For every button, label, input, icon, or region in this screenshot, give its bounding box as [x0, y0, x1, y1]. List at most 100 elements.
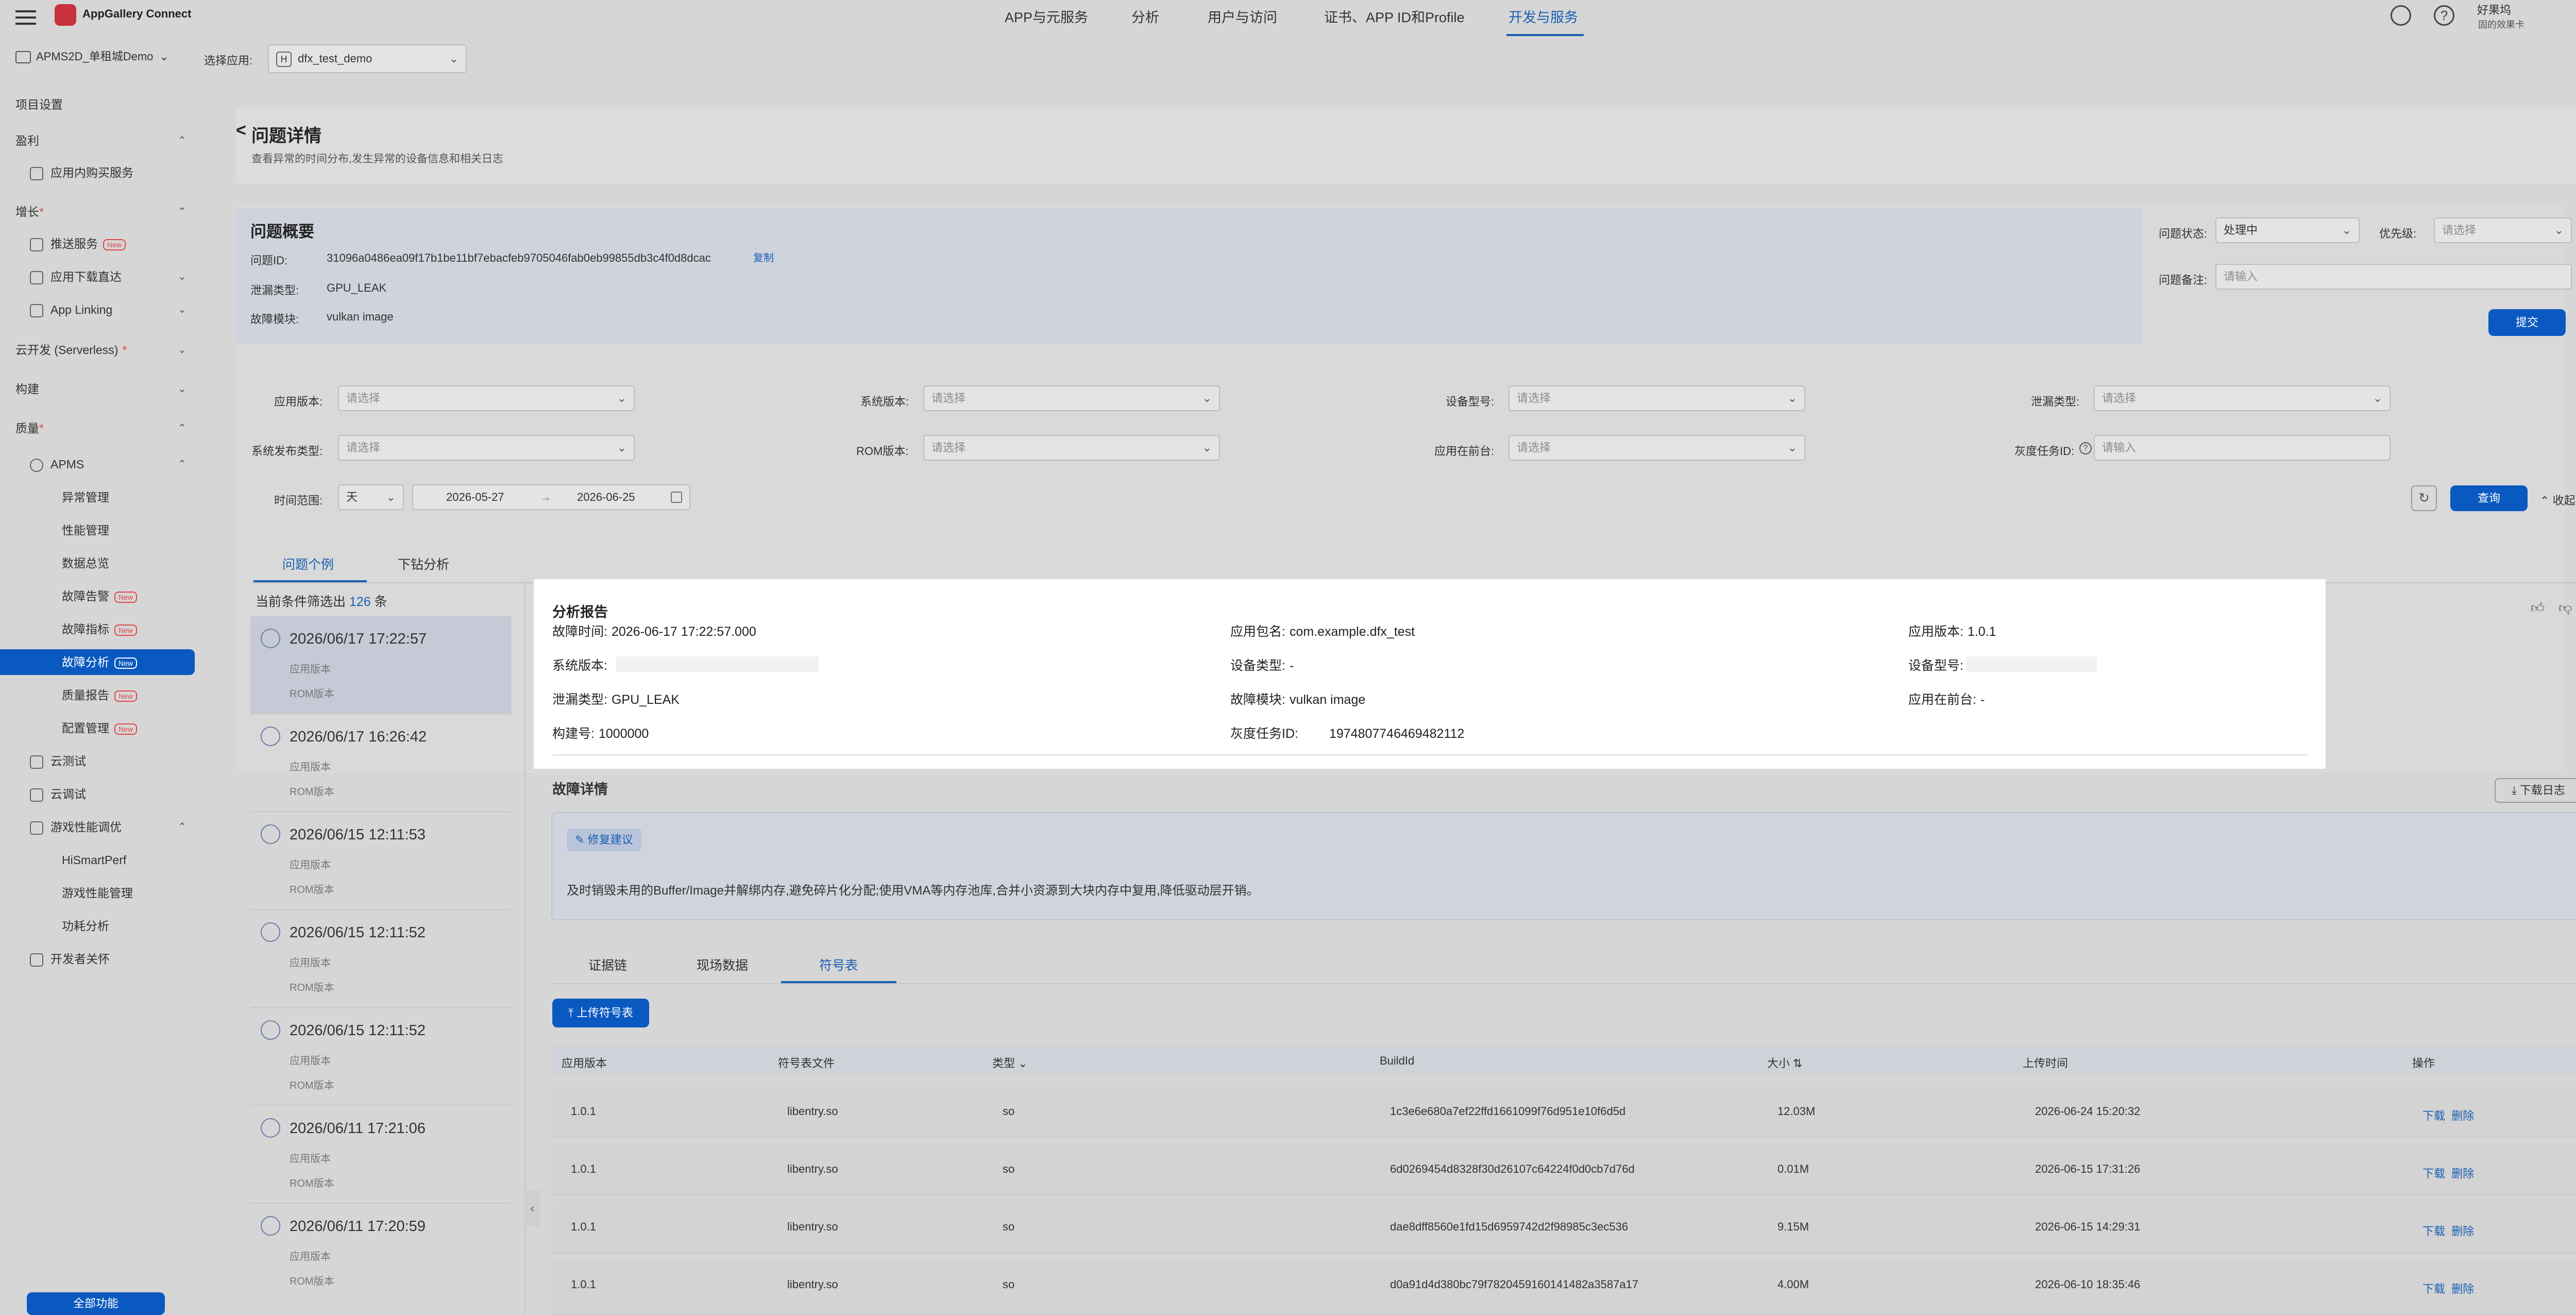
list-item[interactable]: 2026/06/15 12:11:52 应用版本 ROM版本: [250, 910, 511, 1008]
list-item[interactable]: 2026/06/17 16:26:42 应用版本 ROM版本: [250, 714, 511, 812]
sidebar-item-quality-report[interactable]: 质量报告 New: [0, 682, 206, 708]
sidebar-item-power[interactable]: 功耗分析: [0, 913, 206, 939]
sidebar-item-cloud-test[interactable]: 云测试: [0, 748, 206, 774]
delete-link[interactable]: 删除: [2451, 1167, 2474, 1180]
tab-cases[interactable]: 问题个例: [282, 554, 334, 573]
sidebar-item-fault-alert[interactable]: 故障告警 New: [0, 583, 206, 609]
sidebar-item-config[interactable]: 配置管理 New: [0, 715, 206, 741]
sidebar-item-overview[interactable]: 数据总览: [0, 550, 206, 576]
download-link[interactable]: 下载: [2422, 1167, 2445, 1180]
sidebar-item-iap[interactable]: 应用内购买服务: [0, 160, 206, 186]
col-size[interactable]: 大小 ⇅: [1767, 1054, 1803, 1071]
sidebar-item-push[interactable]: 推送服务 New: [0, 231, 206, 257]
back-icon[interactable]: <: [236, 121, 246, 141]
sidebar-group-quality[interactable]: 质量* ⌃: [0, 415, 206, 441]
priority-select[interactable]: 请选择 ⌄: [2434, 217, 2572, 243]
sidebar-item-exceptions[interactable]: 异常管理: [0, 484, 206, 510]
download-link[interactable]: 下载: [2422, 1225, 2445, 1238]
table-row: 1.0.1 libentry.so so dae8dff8560e1fd15d6…: [552, 1202, 2576, 1253]
user-name[interactable]: 好果坞: [2477, 1, 2511, 18]
chevron-down-icon: ⌄: [159, 50, 169, 63]
filter-sys-version[interactable]: 请选择 ⌄: [923, 385, 1220, 411]
date-from[interactable]: 2026-05-27: [446, 485, 504, 509]
date-to[interactable]: 2026-06-25: [577, 485, 635, 509]
nav-item-users[interactable]: 用户与访问: [1208, 6, 1277, 26]
subtab-evidence[interactable]: 证据链: [588, 955, 627, 974]
delete-link[interactable]: 删除: [2451, 1109, 2474, 1122]
collapse-toggle[interactable]: ⌃ 收起: [2540, 492, 2575, 508]
all-functions-button[interactable]: 全部功能: [27, 1292, 165, 1315]
sidebar-item-apms[interactable]: APMS ⌃: [0, 451, 206, 477]
filter-leak-type-label: 泄漏类型:: [2031, 395, 2080, 408]
sidebar-group-growth[interactable]: 增长* ⌃: [0, 199, 206, 225]
sidebar-item-game-perf-mgmt[interactable]: 游戏性能管理: [0, 880, 206, 906]
list-item[interactable]: 2026/06/11 17:20:59 应用版本 ROM版本: [250, 1204, 511, 1302]
brand-logo-icon: [55, 4, 76, 26]
subtab-symbols[interactable]: 符号表: [819, 955, 858, 974]
sidebar-item-download-direct[interactable]: 应用下载直达 ⌄: [0, 264, 206, 290]
nav-item-certs[interactable]: 证书、APP ID和Profile: [1324, 6, 1465, 26]
nav-item-dev-services[interactable]: 开发与服务: [1509, 6, 1578, 26]
sort-icon: ⇅: [1793, 1057, 1803, 1070]
delete-link[interactable]: 删除: [2451, 1283, 2474, 1295]
report-divider: [552, 754, 2307, 755]
leak-type-label: 泄漏类型:: [250, 284, 299, 297]
filter-device-model[interactable]: 请选择 ⌄: [1509, 385, 1805, 411]
time-unit-select[interactable]: 天 ⌄: [338, 484, 404, 510]
support-icon[interactable]: [2391, 5, 2411, 26]
thumbs-up-icon[interactable]: 👍︎: [2531, 600, 2545, 616]
table-row: 1.0.1 libentry.so so d0a91d4d380bc79f782…: [552, 1259, 2576, 1315]
sidebar-item-fault-metrics[interactable]: 故障指标 New: [0, 616, 206, 642]
note-label: 问题备注:: [2159, 274, 2208, 286]
delete-link[interactable]: 删除: [2451, 1225, 2474, 1238]
app-select[interactable]: Hdfx_test_demo ⌄: [268, 44, 467, 73]
chevron-down-icon: ⌄: [1202, 392, 1212, 404]
report-foreground: 应用在前台: -: [1908, 693, 1985, 707]
upload-symbols-button[interactable]: ⤒ 上传符号表: [552, 999, 649, 1027]
filter-rom[interactable]: 请选择 ⌄: [923, 435, 1220, 461]
sidebar-item-game-perf[interactable]: 游戏性能调优 ⌃: [0, 814, 206, 840]
filter-sys-release[interactable]: 请选择 ⌄: [338, 435, 635, 461]
status-select[interactable]: 处理中 ⌄: [2215, 217, 2360, 243]
sidebar-group-serverless[interactable]: 云开发 (Serverless) * ⌄: [0, 337, 206, 363]
nav-item-app[interactable]: APP与元服务: [1005, 6, 1088, 26]
list-summary: 当前条件筛选出 126 条: [256, 595, 387, 609]
sidebar-item-cloud-debug[interactable]: 云调试: [0, 781, 206, 807]
copy-link[interactable]: 复制: [753, 249, 774, 264]
query-button[interactable]: 查询: [2450, 485, 2528, 511]
menu-icon[interactable]: [15, 8, 36, 27]
project-select[interactable]: APMS2D_单租城Demo ⌄: [15, 47, 185, 68]
sidebar-item-performance[interactable]: 性能管理: [0, 517, 206, 543]
download-link[interactable]: 下载: [2422, 1283, 2445, 1295]
date-range-picker[interactable]: 2026-05-27 → 2026-06-25: [412, 484, 690, 510]
download-log-button[interactable]: ⤓ 下载日志: [2495, 778, 2576, 803]
list-item[interactable]: 2026/06/15 12:11:53 应用版本 ROM版本: [250, 812, 511, 910]
sidebar-item-fault-analysis[interactable]: 故障分析 New: [0, 649, 195, 675]
filter-foreground[interactable]: 请选择 ⌄: [1509, 435, 1805, 461]
sidebar-item-hismartperf[interactable]: HiSmartPerf: [0, 847, 206, 873]
note-input[interactable]: 请输入: [2215, 264, 2572, 290]
nav-item-analytics[interactable]: 分析: [1131, 6, 1159, 26]
list-item[interactable]: 2026/06/11 17:21:06 应用版本 ROM版本: [250, 1106, 511, 1204]
filter-leak-type[interactable]: 请选择 ⌄: [2094, 385, 2391, 411]
refresh-button[interactable]: ↻: [2411, 485, 2437, 511]
collapse-panel-handle[interactable]: ‹: [524, 1190, 540, 1226]
help-icon[interactable]: ?: [2434, 5, 2454, 26]
filter-gray[interactable]: 请输入: [2094, 435, 2391, 461]
sidebar-project-settings[interactable]: 项目设置: [0, 92, 206, 117]
detail-heading: 故障详情: [552, 782, 608, 797]
list-item[interactable]: 2026/06/17 17:22:57 应用版本 ROM版本: [250, 616, 511, 714]
sidebar-group-monetize[interactable]: 盈利 ⌃: [0, 128, 206, 154]
col-type[interactable]: 类型 ⌄: [992, 1054, 1028, 1071]
sidebar-item-dev-care[interactable]: 开发者关怀: [0, 946, 206, 972]
download-link[interactable]: 下载: [2422, 1109, 2445, 1122]
subtab-live-data[interactable]: 现场数据: [697, 955, 748, 974]
thumbs-down-icon[interactable]: 👎︎: [2558, 600, 2572, 616]
submit-button[interactable]: 提交: [2488, 309, 2566, 336]
list-item[interactable]: 2026/06/15 12:11:52 应用版本 ROM版本: [250, 1008, 511, 1106]
filter-app-version[interactable]: 请选择 ⌄: [338, 385, 635, 411]
sidebar-item-app-linking[interactable]: App Linking ⌄: [0, 297, 206, 323]
tab-drilldown[interactable]: 下钻分析: [398, 554, 449, 573]
sidebar-group-build[interactable]: 构建 ⌄: [0, 376, 206, 402]
info-icon: ?: [2079, 442, 2092, 454]
